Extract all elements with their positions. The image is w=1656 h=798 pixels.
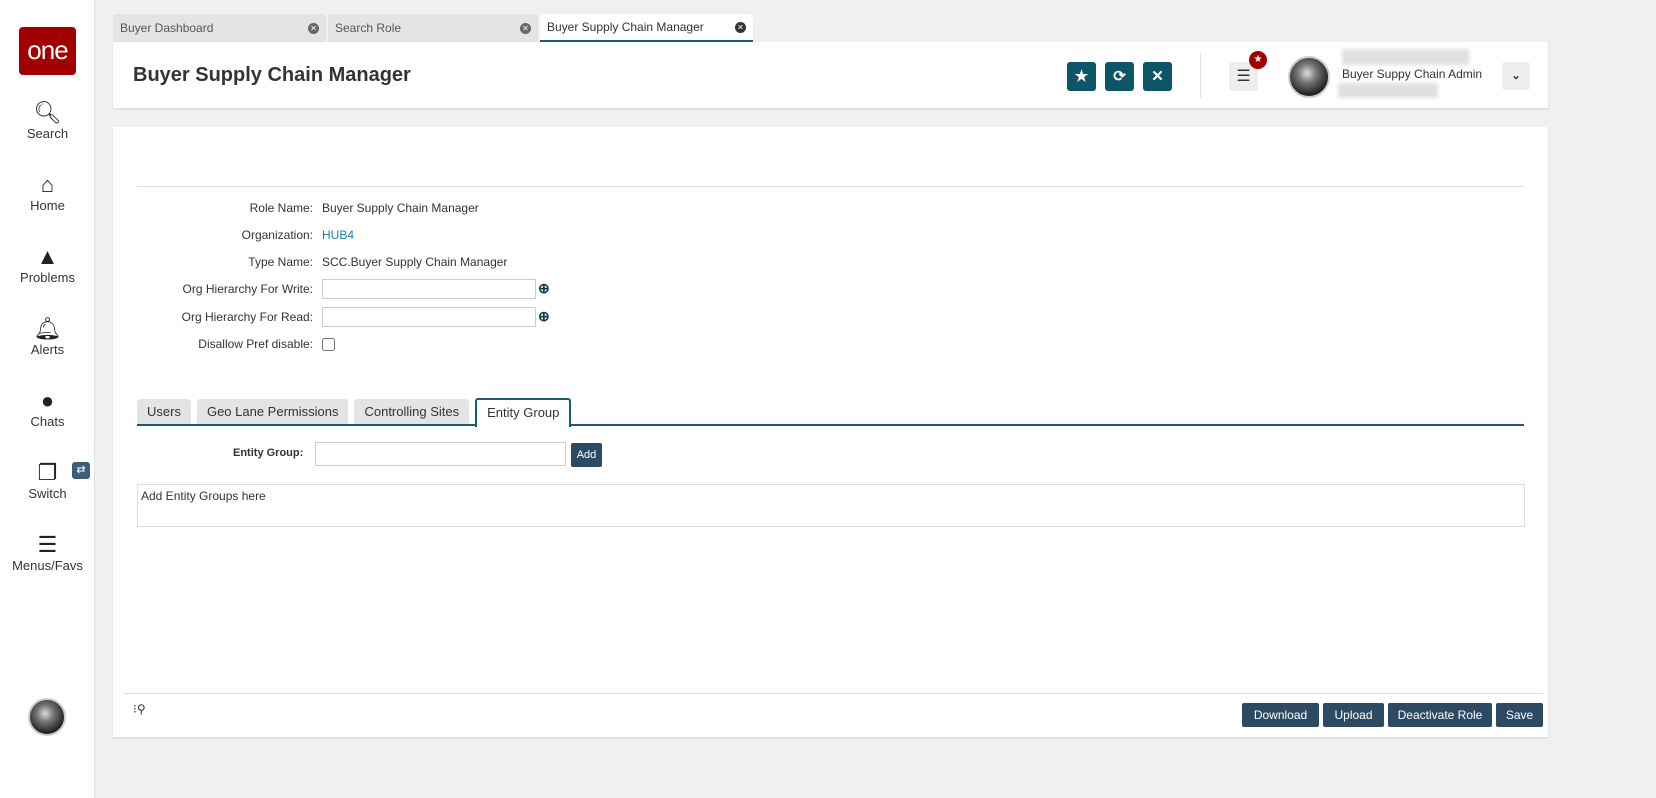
subtab-bar: Users Geo Lane Permissions Controlling S…	[137, 398, 1524, 427]
organization-row: Organization: HUB4	[113, 225, 813, 245]
search-lookup-icon[interactable]: ⊕	[538, 308, 550, 325]
org-hierarchy-write-input[interactable]	[322, 279, 536, 299]
one-logo[interactable]: one	[19, 27, 76, 75]
nav-label: Problems	[20, 270, 75, 285]
organization-link[interactable]: HUB4	[322, 228, 354, 242]
tab-controlling-sites[interactable]: Controlling Sites	[354, 399, 470, 424]
download-button[interactable]: Download	[1242, 703, 1319, 727]
nav-label: Chats	[30, 414, 65, 429]
field-label: Org Hierarchy For Write:	[182, 282, 313, 296]
close-tab-icon[interactable]: ✕	[735, 21, 746, 33]
field-label: Disallow Pref disable:	[198, 337, 313, 351]
sidebar: one 🔍︎ Search ⌂ Home ▲ Problems 🔔︎ Alerts ● C…	[0, 0, 95, 798]
chevron-down-icon: ⌄	[1511, 70, 1521, 82]
nav-label: Menus/Favs	[12, 558, 83, 573]
type-name-value: SCC.Buyer Supply Chain Manager	[322, 255, 508, 269]
entity-group-list: Add Entity Groups here	[137, 484, 1525, 527]
tab-label: Buyer Dashboard	[120, 21, 214, 35]
field-label: Type Name:	[248, 255, 313, 269]
nav-label: Switch	[28, 486, 67, 501]
nav-label: Alerts	[30, 342, 65, 357]
role-detail-panel: Role Name: Buyer Supply Chain Manager Org…	[113, 127, 1548, 737]
disallow-pref-row: Disallow Pref disable:	[113, 334, 813, 354]
divider	[137, 186, 1524, 187]
settings-list-icon[interactable]: ⁝⚲	[133, 702, 146, 716]
role-name-value: Buyer Supply Chain Manager	[322, 201, 479, 215]
page-header: Buyer Supply Chain Manager ★ ⟳ ✕ ☰ ★ Buy…	[113, 42, 1548, 108]
deactivate-role-button[interactable]: Deactivate Role	[1388, 703, 1492, 727]
nav-label: Home	[30, 198, 65, 213]
entity-group-input[interactable]	[315, 442, 566, 466]
nav-home[interactable]: ⌂ Home	[0, 172, 95, 213]
nav-menus-favs[interactable]: ☰ Menus/Favs	[0, 532, 95, 573]
user-name: Buyer Suppy Chain Admin	[1342, 67, 1483, 81]
redacted-text	[1338, 83, 1438, 98]
bell-icon: 🔔︎	[33, 316, 62, 341]
tab-users[interactable]: Users	[137, 399, 191, 424]
disallow-pref-checkbox[interactable]	[322, 338, 335, 351]
favorite-button[interactable]: ★	[1067, 62, 1096, 91]
notification-badge[interactable]: ★	[1249, 51, 1267, 69]
add-entity-group-button[interactable]: Add	[571, 443, 602, 467]
org-hierarchy-read-row: Org Hierarchy For Read: ⊕	[113, 307, 813, 327]
save-button[interactable]: Save	[1496, 703, 1543, 727]
org-hierarchy-write-row: Org Hierarchy For Write: ⊕	[113, 279, 813, 299]
tab-label: Search Role	[335, 21, 402, 35]
tab-bar: Buyer Dashboard ✕ Search Role ✕ Buyer Supp…	[113, 14, 753, 42]
user-avatar[interactable]	[1288, 56, 1330, 98]
switch-badge-icon[interactable]: ⇄	[72, 462, 90, 479]
close-tab-icon[interactable]: ✕	[520, 22, 531, 34]
upload-button[interactable]: Upload	[1323, 703, 1384, 727]
menu-icon: ☰	[1236, 68, 1251, 85]
warning-icon: ▲	[36, 244, 59, 269]
page-title: Buyer Supply Chain Manager	[133, 64, 411, 86]
refresh-button[interactable]: ⟳	[1105, 62, 1134, 91]
redacted-text	[1342, 49, 1469, 65]
tab-geo-lane-permissions[interactable]: Geo Lane Permissions	[196, 399, 349, 424]
close-tab-icon[interactable]: ✕	[308, 22, 319, 34]
field-label: Organization:	[241, 228, 313, 242]
entity-group-label: Entity Group:	[233, 447, 304, 459]
nav-problems[interactable]: ▲ Problems	[0, 244, 95, 285]
divider	[123, 693, 1543, 694]
star-icon: ★	[1074, 68, 1089, 85]
home-icon: ⌂	[40, 172, 55, 197]
tab-entity-group[interactable]: Entity Group	[475, 398, 572, 427]
search-icon: 🔍︎	[33, 100, 62, 125]
close-icon: ✕	[1151, 68, 1164, 85]
org-hierarchy-read-input[interactable]	[322, 307, 536, 327]
search-lookup-icon[interactable]: ⊕	[538, 280, 550, 297]
field-label: Org Hierarchy For Read:	[181, 310, 313, 324]
field-label: Role Name:	[249, 201, 313, 215]
nav-chats[interactable]: ● Chats	[0, 388, 95, 429]
nav-label: Search	[26, 126, 69, 141]
user-avatar[interactable]	[28, 698, 66, 736]
tab-buyer-dashboard[interactable]: Buyer Dashboard ✕	[113, 14, 326, 42]
nav-alerts[interactable]: 🔔︎ Alerts	[0, 316, 95, 357]
role-name-row: Role Name: Buyer Supply Chain Manager	[113, 198, 813, 218]
divider	[1200, 52, 1201, 98]
tab-search-role[interactable]: Search Role ✕	[328, 14, 538, 42]
tab-label: Buyer Supply Chain Manager	[547, 20, 704, 34]
user-menu-toggle[interactable]: ⌄	[1502, 62, 1530, 90]
chat-icon: ●	[40, 388, 55, 413]
menu-icon: ☰	[37, 532, 58, 557]
type-name-row: Type Name: SCC.Buyer Supply Chain Manager	[113, 252, 813, 272]
nav-search[interactable]: 🔍︎ Search	[0, 100, 95, 141]
close-button[interactable]: ✕	[1143, 62, 1172, 91]
refresh-icon: ⟳	[1113, 68, 1126, 85]
tab-buyer-supply-chain-manager[interactable]: Buyer Supply Chain Manager ✕	[540, 14, 753, 42]
